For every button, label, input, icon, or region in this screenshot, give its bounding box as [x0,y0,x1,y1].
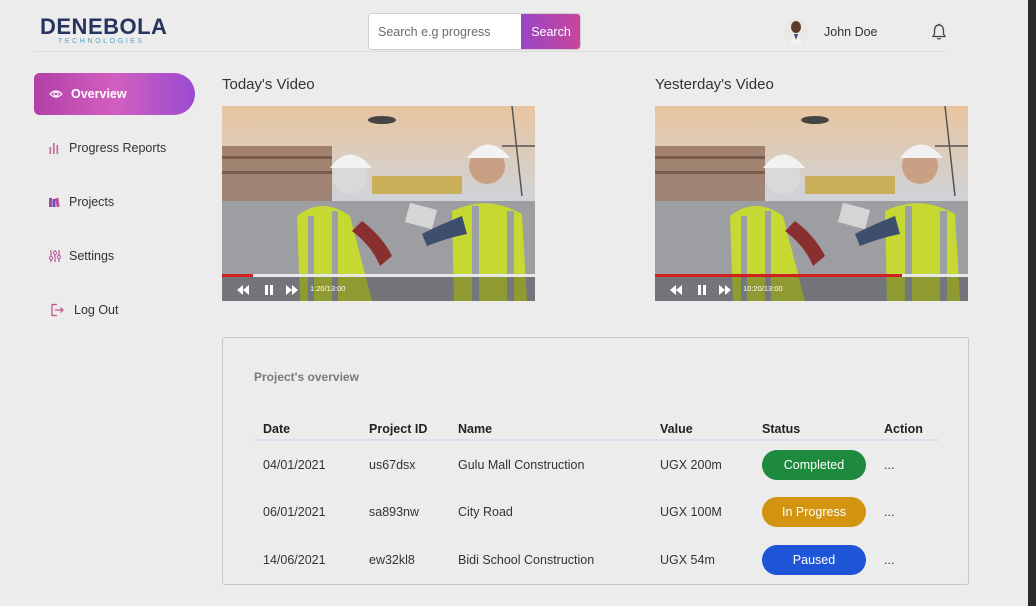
logout-icon [50,303,64,317]
cell-project-id: sa893nw [369,505,420,519]
status-badge: In Progress [762,497,866,527]
cell-name: Bidi School Construction [458,553,595,567]
table-header-row: Date Project ID Name Value Status Action [254,418,939,441]
column-header-status: Status [753,418,875,441]
sidebar: Overview Progress Reports Projects Setti… [34,73,196,343]
column-header-date: Date [254,418,360,441]
video-title-yesterday: Yesterday's Video [655,76,774,93]
sidebar-item-overview[interactable]: Overview [34,73,195,115]
sidebar-item-label: Projects [69,195,115,209]
video-thumbnail [655,106,968,301]
action-menu-button[interactable]: ... [875,440,939,488]
user-name[interactable]: John Doe [824,25,878,39]
fast-forward-icon[interactable] [285,283,299,295]
column-header-name: Name [449,418,651,441]
logo-text: DENEBOLA [40,14,168,39]
video-title-today: Today's Video [222,76,315,93]
projects-table: Date Project ID Name Value Status Action… [254,418,939,584]
cell-status: In Progress [753,488,875,536]
top-header: DENEBOLA TECHNOLOGIES Search John Doe [34,10,947,52]
video-player-yesterday[interactable]: 10:20/13:00 [655,106,968,301]
cell-value: UGX 100M [660,505,722,519]
cell-date: 04/01/2021 [263,457,326,472]
fast-forward-icon[interactable] [718,283,732,295]
pause-icon[interactable] [262,283,276,295]
eye-icon [49,87,63,101]
search-bar: Search [368,13,581,50]
status-badge: Paused [762,545,866,575]
sidebar-item-settings[interactable]: Settings [34,235,195,277]
cell-date: 06/01/2021 [263,505,326,519]
column-header-project-id: Project ID [360,418,449,441]
sidebar-item-label: Log Out [74,303,119,317]
action-menu-button[interactable]: ... [875,488,939,536]
cell-project-id: ew32kl8 [369,553,415,567]
video-time: 10:20/13:00 [743,284,783,293]
column-header-value: Value [651,418,753,441]
search-input[interactable] [369,14,521,49]
cell-value: UGX 54m [660,553,715,567]
cell-value: UGX 200m [660,457,722,472]
video-time: 1:20/13:00 [310,284,346,293]
table-row[interactable]: 04/01/2021 us67dsx Gulu Mall Constructio… [254,440,939,488]
books-icon [48,195,62,209]
app-frame: DENEBOLA TECHNOLOGIES Search John Doe [0,0,1028,606]
cell-name: City Road [458,505,513,519]
action-menu-button[interactable]: ... [875,536,939,584]
cell-project-id: us67dsx [369,457,416,472]
sliders-icon [48,249,62,263]
logo-subtext: TECHNOLOGIES [58,38,145,45]
cell-name: Gulu Mall Construction [458,457,585,472]
sidebar-item-label: Overview [71,87,127,101]
bar-chart-icon [48,141,62,155]
cell-status: Completed [753,440,875,488]
card-title: Project's overview [254,370,359,384]
sidebar-item-label: Settings [69,249,115,263]
status-badge: Completed [762,449,866,480]
logo[interactable]: DENEBOLA TECHNOLOGIES [40,16,180,50]
sidebar-item-logout[interactable]: Log Out [34,289,195,331]
video-controls: 1:20/13:00 [222,277,535,301]
column-header-action: Action [875,418,939,441]
sidebar-item-label: Progress Reports [69,141,167,155]
cell-status: Paused [753,536,875,584]
cell-date: 14/06/2021 [263,553,326,567]
video-player-today[interactable]: 1:20/13:00 [222,106,535,301]
pause-icon[interactable] [695,283,709,295]
rewind-icon[interactable] [236,283,250,295]
project-overview-card: Project's overview Date Project ID Name … [222,337,969,585]
video-thumbnail [222,106,535,301]
video-controls: 10:20/13:00 [655,277,968,301]
table-row[interactable]: 14/06/2021 ew32kl8 Bidi School Construct… [254,536,939,584]
bell-icon[interactable] [931,23,947,41]
search-button[interactable]: Search [521,14,580,49]
user-avatar[interactable] [784,18,808,44]
rewind-icon[interactable] [669,283,683,295]
sidebar-item-projects[interactable]: Projects [34,181,195,223]
table-row[interactable]: 06/01/2021 sa893nw City Road UGX 100M In… [254,488,939,536]
sidebar-item-progress-reports[interactable]: Progress Reports [34,127,195,169]
